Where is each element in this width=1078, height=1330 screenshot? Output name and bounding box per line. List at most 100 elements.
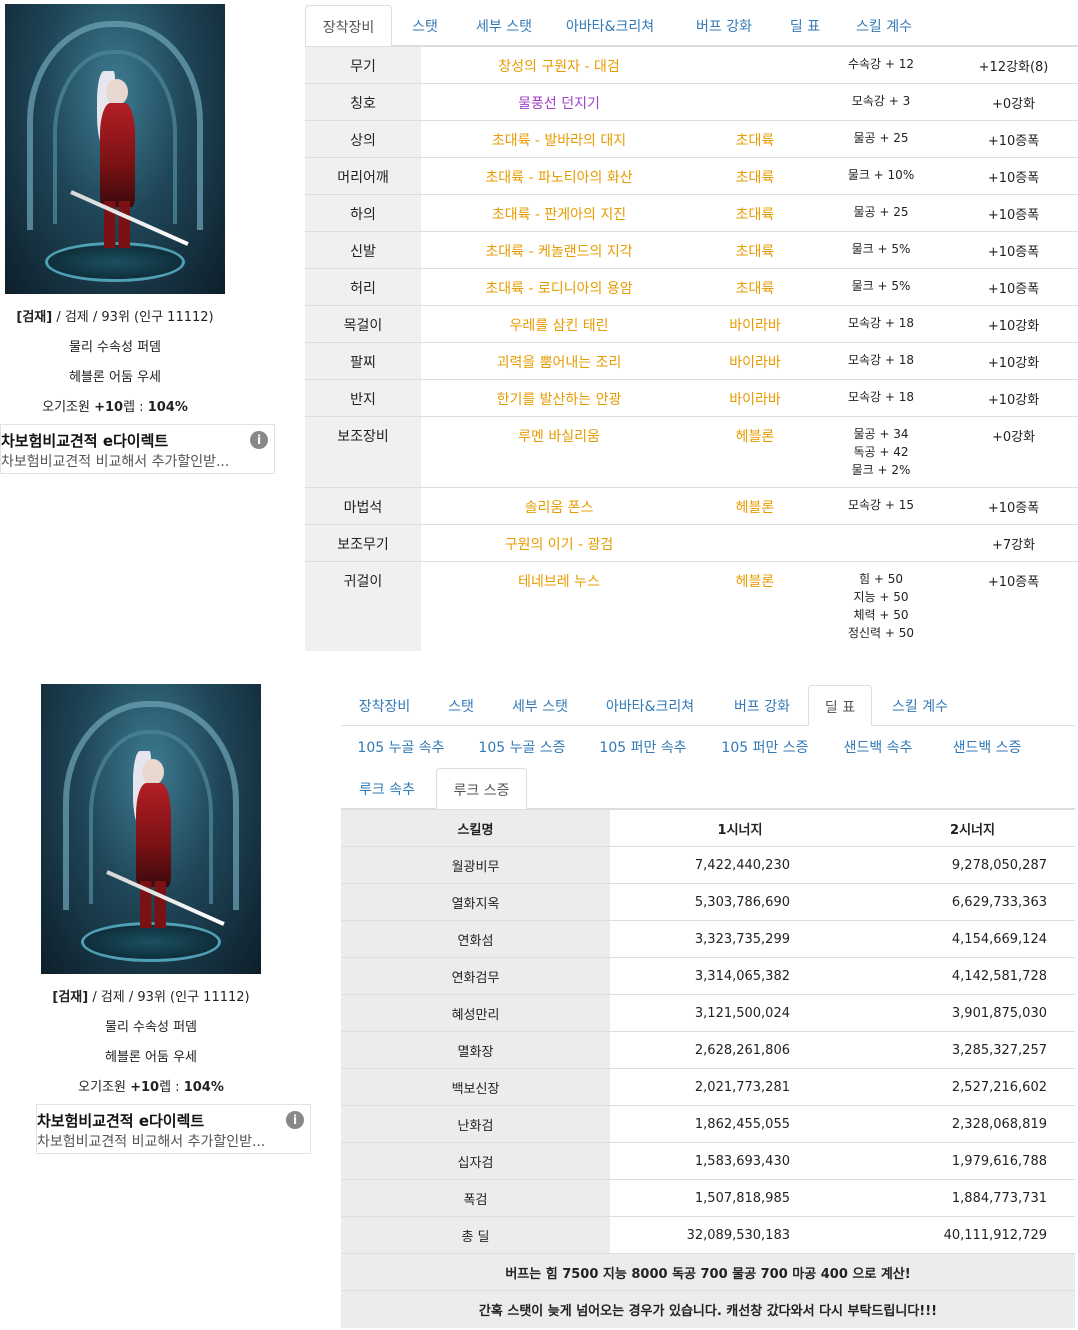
equipment-name[interactable]: 물풍선 던지기: [421, 84, 697, 121]
ad-banner[interactable]: 차보험비교견적 e다이렉트 차보험비교견적 비교해서 추가할인받... i: [36, 1104, 311, 1154]
damage-table-header: 스킬명 1시너지 2시너지: [341, 809, 1075, 847]
damage-synergy-1: 1,507,818,985: [610, 1179, 870, 1217]
damage-row: 열화지옥 5,303,786,690 6,629,733,363: [341, 883, 1075, 921]
tab-avatar-creature[interactable]: 아바타&크리쳐: [554, 5, 666, 45]
stat-line: 물크 + 5%: [851, 242, 911, 256]
equipment-stats: 모속강 + 18: [813, 380, 949, 417]
info-icon[interactable]: i: [286, 1111, 304, 1129]
tab-bar-top: 장착장비 스탯 세부 스탯 아바타&크리쳐 버프 강화 딜 표 스킬 계수: [305, 5, 1078, 46]
upgrade-level: +10강화: [987, 393, 1040, 408]
skill-name: 혜성만리: [341, 994, 610, 1032]
equipment-name[interactable]: 초대륙 - 케놀랜드의 지각: [421, 232, 697, 269]
upgrade-level: +10강화: [987, 319, 1040, 334]
tab-stats[interactable]: 스탯: [396, 5, 454, 45]
equipment-stats: 물크 + 10%: [813, 158, 949, 195]
stat-line: 힘 + 50: [859, 572, 903, 586]
skill-level-line: 오기조원 +10렙 : 104%: [42, 400, 188, 415]
tab-detail-stats[interactable]: 세부 스탯: [458, 5, 550, 45]
subtab-105-perman-elem[interactable]: 105 퍼만 속추: [583, 726, 703, 766]
set-name: 초대륙: [735, 207, 775, 223]
tab-damage[interactable]: 딜 표: [808, 685, 872, 726]
equipment-name[interactable]: 루멘 바실리움: [421, 417, 697, 488]
tab-buff[interactable]: 버프 강화: [680, 5, 768, 45]
stat-line: 물크 + 5%: [851, 279, 911, 293]
upgrade-level: +10증폭: [987, 134, 1040, 149]
subtab-luke-elem[interactable]: 루크 속추: [341, 768, 433, 808]
equipment-slot: 신발: [305, 231, 421, 269]
tab-buff[interactable]: 버프 강화: [718, 685, 806, 725]
equipment-name[interactable]: 초대륙 - 로디니아의 용암: [421, 269, 697, 306]
set-name: [697, 47, 813, 84]
server-tag: [검재]: [52, 990, 89, 1005]
tab-skill-coef[interactable]: 스킬 계수: [840, 5, 928, 45]
dominance-line: 헤블론 어둠 우세: [105, 1050, 197, 1065]
ad-description[interactable]: 차보험비교견적 비교해서 추가할인받...: [1, 451, 246, 471]
tab-equipment[interactable]: 장착장비: [305, 5, 392, 46]
upgrade-level: +7강화: [991, 538, 1036, 553]
tab-skill-coef[interactable]: 스킬 계수: [876, 685, 964, 725]
equipment-name[interactable]: 우레를 삼킨 태린: [421, 306, 697, 343]
subtab-105-nugol-elem[interactable]: 105 누골 속추: [341, 726, 461, 766]
ad-title[interactable]: 차보험비교견적 e다이렉트: [1, 430, 168, 451]
stat-line: 모속강 + 18: [847, 390, 915, 404]
tab-stats[interactable]: 스탯: [432, 685, 490, 725]
subtab-105-nugol-skill[interactable]: 105 누골 스증: [463, 726, 581, 766]
equipment-row: 신발 초대륙 - 케놀랜드의 지각 초대륙 물크 + 5% +10증폭: [305, 231, 1078, 269]
equipment-slot: 칭호: [305, 83, 421, 121]
subtab-105-perman-skill[interactable]: 105 퍼만 스증: [705, 726, 825, 766]
skill-name: 난화검: [341, 1105, 610, 1143]
equipment-name[interactable]: 초대륙 - 발바라의 대지: [421, 121, 697, 158]
damage-synergy-2: 1,979,616,788: [870, 1142, 1075, 1180]
info-icon[interactable]: i: [250, 431, 268, 449]
equipment-name[interactable]: 솔리움 폰스: [421, 488, 697, 525]
equipment-name[interactable]: 구원의 이기 - 광검: [421, 525, 697, 562]
damage-row: 월광비무 7,422,440,230 9,278,050,287: [341, 846, 1075, 884]
tab-equipment[interactable]: 장착장비: [341, 685, 428, 725]
equipment-name[interactable]: 테네브레 누스: [421, 562, 697, 651]
tab-avatar-creature[interactable]: 아바타&크리쳐: [590, 685, 710, 725]
upgrade-level: +10증폭: [987, 282, 1040, 297]
tab-damage[interactable]: 딜 표: [776, 5, 834, 45]
damage-row: 연화검무 3,314,065,382 4,142,581,728: [341, 957, 1075, 995]
equipment-row: 목걸이 우레를 삼킨 태린 바이라바 모속강 + 18 +10강화: [305, 305, 1078, 343]
stat-line: 물공 + 25: [853, 205, 909, 219]
equipment-stats: [813, 525, 949, 562]
skill-name: 열화지옥: [341, 883, 610, 921]
damage-synergy-1: 3,314,065,382: [610, 957, 870, 995]
equipment-table: 무기 창성의 구원자 - 대검 수속강 + 12 +12강화(8) 칭호 물풍선 던지기 모…: [305, 46, 1078, 651]
rank-text: / 검제 / 93위 (인구 11112): [52, 310, 214, 325]
ad-banner[interactable]: 차보험비교견적 e다이렉트 차보험비교견적 비교해서 추가할인받... i: [0, 424, 275, 474]
subtab-sandbag-elem[interactable]: 샌드백 속추: [829, 726, 927, 766]
equipment-stats: 물공 + 25: [813, 121, 949, 158]
tab-detail-stats[interactable]: 세부 스탯: [494, 685, 586, 725]
subtab-sandbag-skill[interactable]: 샌드백 스증: [935, 726, 1039, 766]
ad-title[interactable]: 차보험비교견적 e다이렉트: [37, 1110, 204, 1131]
damage-row: 십자검 1,583,693,430 1,979,616,788: [341, 1142, 1075, 1180]
total-row: 총 딜 32,089,530,183 40,111,912,729: [341, 1216, 1075, 1254]
equipment-row: 하의 초대륙 - 판게아의 지진 초대륙 물공 + 25 +10증폭: [305, 194, 1078, 232]
damage-synergy-2: 2,328,068,819: [870, 1105, 1075, 1143]
dominance-line: 헤블론 어둠 우세: [69, 370, 161, 385]
stat-line: 물크 + 10%: [847, 168, 915, 182]
ad-description[interactable]: 차보험비교견적 비교해서 추가할인받...: [37, 1131, 282, 1151]
equipment-name[interactable]: 창성의 구원자 - 대검: [421, 47, 697, 84]
equipment-row: 보조무기 구원의 이기 - 광검 +7강화: [305, 524, 1078, 562]
stat-line: 물공 + 25: [853, 131, 909, 145]
set-name: 바이라바: [729, 318, 781, 334]
equipment-name[interactable]: 괴력을 뿜어내는 조리: [421, 343, 697, 380]
equipment-name[interactable]: 초대륙 - 파노티아의 화산: [421, 158, 697, 195]
stat-line: 모속강 + 18: [847, 316, 915, 330]
rank-text: / 검제 / 93위 (인구 11112): [88, 990, 250, 1005]
character-portrait: [41, 684, 261, 974]
set-name: 헤블론: [735, 574, 775, 590]
stat-line: 수속강 + 12: [847, 57, 915, 71]
col-synergy-1: 1시너지: [610, 809, 870, 847]
note-row: 간혹 스탯이 늦게 넘어오는 경우가 있습니다. 캐선창 갔다와서 다시 부탁드…: [341, 1290, 1075, 1328]
equipment-row: 귀걸이 테네브레 누스 헤블론 힘 + 50 지능 + 50 체력 + 50 정신력 + 5…: [305, 561, 1078, 651]
set-name: 헤블론: [735, 429, 775, 445]
equipment-name[interactable]: 한기를 발산하는 안광: [421, 380, 697, 417]
equipment-name[interactable]: 초대륙 - 판게아의 지진: [421, 195, 697, 232]
stat-line: 체력 + 50: [853, 608, 909, 622]
set-name: [697, 525, 813, 562]
subtab-luke-skill[interactable]: 루크 스증: [436, 768, 527, 809]
